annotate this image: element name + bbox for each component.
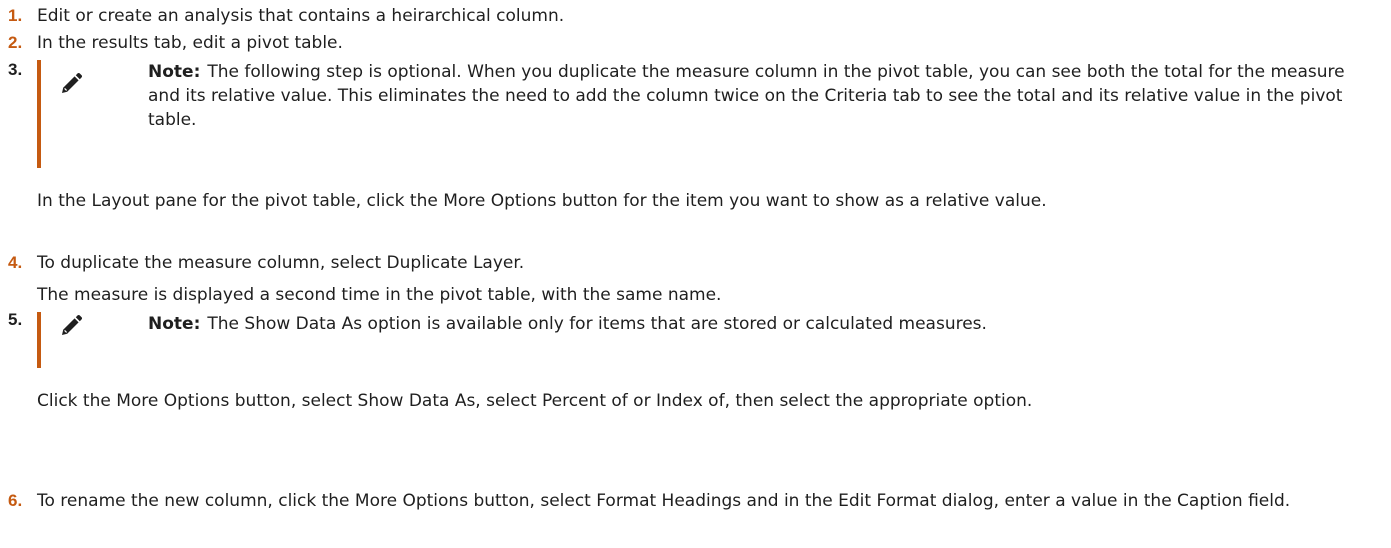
step-number: 5.	[8, 310, 23, 329]
pencil-icon	[62, 72, 83, 93]
step-result: The measure is displayed a second time i…	[37, 285, 722, 305]
note-body: The following step is optional. When you…	[148, 62, 1345, 130]
step-text: Edit or create an analysis that contains…	[37, 6, 565, 26]
step-number: 4.	[8, 253, 23, 272]
step-number: 1.	[8, 6, 23, 25]
step-text: In the results tab, edit a pivot table.	[37, 33, 343, 53]
note-text: Note: The following step is optional. Whe…	[148, 60, 1369, 132]
step-text: Click the More Options button, select Sh…	[37, 391, 1033, 411]
step-number: 6.	[8, 491, 23, 510]
step-text: In the Layout pane for the pivot table, …	[37, 191, 1047, 211]
step-3: 3. Note: The following step is optional. …	[0, 58, 1391, 211]
step-6: 6. To rename the new column, click the M…	[0, 489, 1391, 545]
document-page: 1. Edit or create an analysis that conta…	[0, 0, 1391, 548]
note-accent-bar	[37, 312, 41, 368]
note-label: Note:	[148, 62, 201, 82]
note-block: Note: The following step is optional. Whe…	[37, 60, 1377, 168]
step-4: 4. To duplicate the measure column, sele…	[0, 251, 1391, 311]
pencil-icon	[62, 314, 83, 335]
note-label: Note:	[148, 314, 201, 334]
step-number: 2.	[8, 33, 23, 52]
note-block: Note: The Show Data As option is availabl…	[37, 312, 1377, 368]
step-text: To duplicate the measure column, select …	[37, 253, 525, 273]
note-accent-bar	[37, 60, 41, 168]
step-1: 1. Edit or create an analysis that conta…	[0, 4, 1391, 28]
step-text: To rename the new column, click the More…	[37, 491, 1291, 511]
step-2: 2. In the results tab, edit a pivot tabl…	[0, 31, 1391, 55]
step-5: 5. Note: The Show Data As option is avail…	[0, 308, 1391, 478]
step-number: 3.	[8, 60, 23, 79]
note-text: Note: The Show Data As option is availabl…	[148, 312, 1369, 336]
note-body: The Show Data As option is available onl…	[207, 314, 987, 334]
